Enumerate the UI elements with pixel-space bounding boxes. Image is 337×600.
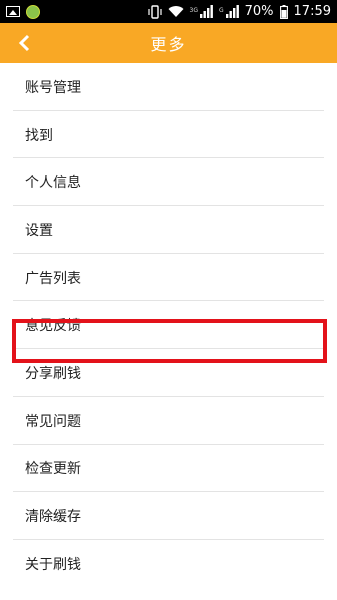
battery-percent: 70% <box>244 4 274 19</box>
menu-item-check-update[interactable]: 检查更新 <box>0 445 337 493</box>
menu-item-faq[interactable]: 常见问题 <box>0 397 337 445</box>
status-bar: 3G G 70% 17:59 <box>0 0 337 23</box>
back-button[interactable] <box>6 23 42 63</box>
status-bar-right: 3G G 70% 17:59 <box>147 4 331 19</box>
menu-item-share[interactable]: 分享刷钱 <box>0 349 337 397</box>
status-bar-left <box>6 4 40 19</box>
menu-item-clear-cache[interactable]: 清除缓存 <box>0 492 337 540</box>
menu-item-find[interactable]: 找到 <box>0 111 337 159</box>
chevron-left-icon <box>18 34 30 52</box>
vibrate-icon <box>147 4 162 19</box>
wifi-icon <box>168 6 183 18</box>
page-title: 更多 <box>150 35 187 54</box>
settings-menu: 账号管理 找到 个人信息 设置 广告列表 意见反馈 分享刷钱 常见问题 检查更新… <box>0 63 337 588</box>
menu-item-about[interactable]: 关于刷钱 <box>0 540 337 588</box>
signal-icon-secondary <box>225 5 239 18</box>
menu-item-ad-list[interactable]: 广告列表 <box>0 254 337 302</box>
app-notification-icon <box>26 4 40 19</box>
app-header: 更多 <box>0 23 337 63</box>
clock: 17:59 <box>293 4 331 19</box>
battery-icon <box>279 4 288 19</box>
menu-item-personal-info[interactable]: 个人信息 <box>0 158 337 206</box>
menu-item-settings[interactable]: 设置 <box>0 206 337 254</box>
menu-item-account-management[interactable]: 账号管理 <box>0 63 337 111</box>
signal-icon <box>199 5 213 18</box>
menu-item-feedback[interactable]: 意见反馈 <box>0 301 337 349</box>
image-notification-icon <box>6 6 20 17</box>
network-3g-label: 3G <box>189 7 198 14</box>
network-g-label: G <box>218 7 224 14</box>
